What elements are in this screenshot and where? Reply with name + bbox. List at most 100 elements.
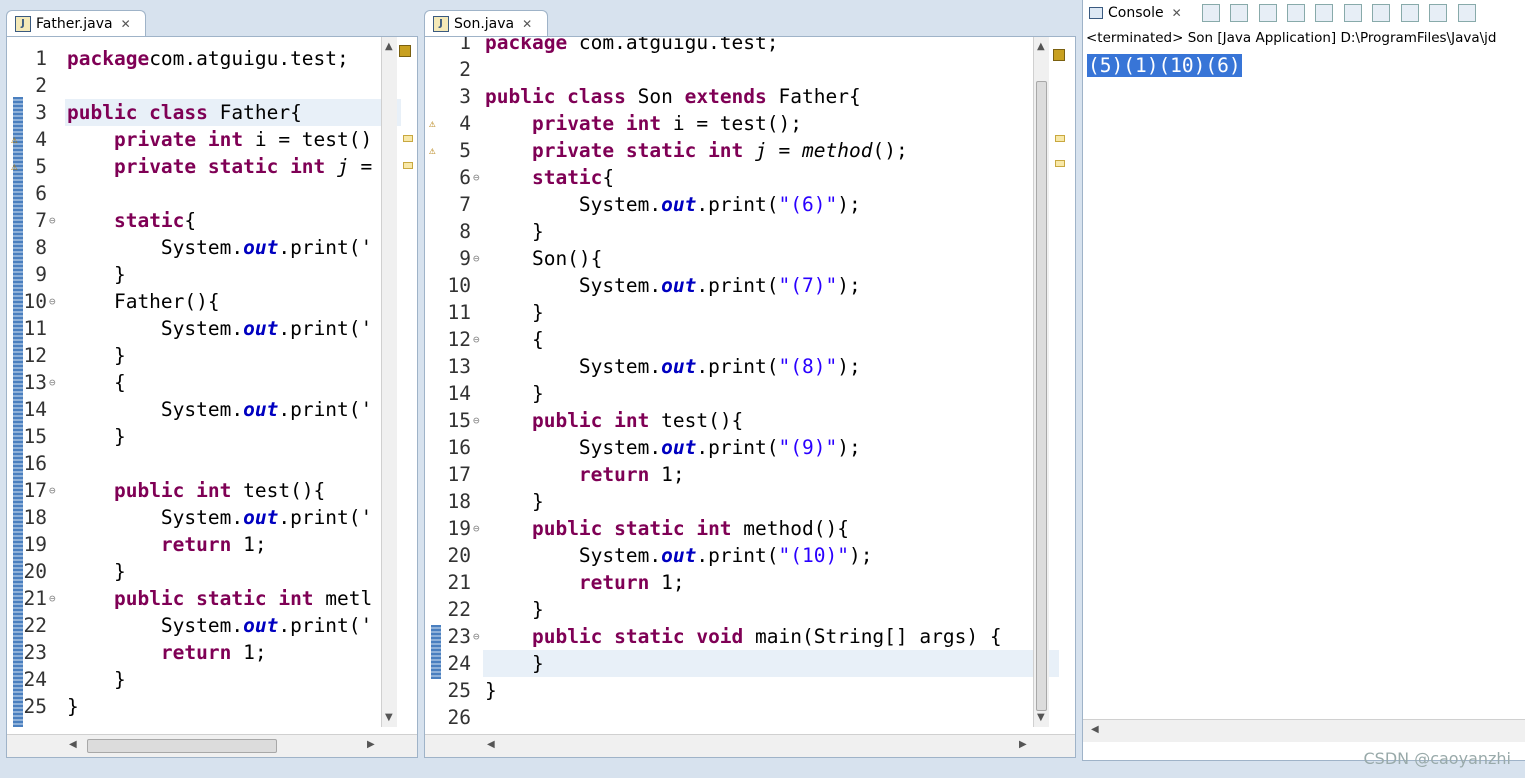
clear-console-icon[interactable] — [1287, 4, 1305, 22]
terminate-icon[interactable] — [1201, 4, 1220, 22]
code-line[interactable]: 21 return 1; — [425, 569, 1075, 596]
code-line[interactable]: 5 ⚠ private static int j = method(); — [425, 137, 1075, 164]
scroll-right-icon[interactable]: ▶ — [367, 739, 375, 750]
scroll-thumb[interactable] — [1036, 81, 1047, 711]
code-line[interactable]: 8 System.out.print(' — [7, 234, 417, 261]
code-line[interactable]: 12 ⊖ { — [425, 326, 1075, 353]
console-view[interactable]: Console ✕ <terminated> Son [Java Applica… — [1082, 0, 1525, 761]
code-line[interactable]: 2 — [425, 56, 1075, 83]
tab-father-java[interactable]: J Father.java ✕ — [6, 10, 146, 36]
close-icon[interactable]: ✕ — [121, 17, 131, 31]
scroll-left-icon[interactable]: ◀ — [69, 739, 77, 750]
show-on-error-icon[interactable] — [1400, 4, 1419, 22]
code-line[interactable]: 5 ⚠ private static int j = — [7, 153, 417, 180]
code-line[interactable]: 12 } — [7, 342, 417, 369]
console-tab-label[interactable]: Console — [1108, 5, 1164, 21]
code-line[interactable]: 19 ⊖ public static int method(){ — [425, 515, 1075, 542]
code-line[interactable]: 7 ⊖ static{ — [7, 207, 417, 234]
code-line[interactable]: 20 } — [7, 558, 417, 585]
code-line[interactable]: 25} — [7, 693, 417, 720]
fold-toggle-icon[interactable]: ⊖ — [473, 515, 480, 542]
code-line[interactable]: 1 packagecom.atguigu.test; — [7, 45, 417, 72]
code-line[interactable]: 23 ⊖ public static void main(String[] arg… — [425, 623, 1075, 650]
fold-toggle-icon[interactable]: ⊖ — [49, 288, 56, 315]
code-line[interactable]: 1 package com.atguigu.test; — [425, 37, 1075, 56]
code-line[interactable]: 23 return 1; — [7, 639, 417, 666]
vertical-scrollbar[interactable]: ▲ ▼ — [381, 37, 397, 727]
son-editor[interactable]: 1 package com.atguigu.test; 2 3 public class… — [424, 36, 1076, 758]
remove-launch-icon[interactable] — [1230, 4, 1249, 22]
fold-toggle-icon[interactable]: ⊖ — [49, 477, 56, 504]
close-icon[interactable]: ✕ — [522, 17, 532, 31]
show-on-output-icon[interactable] — [1372, 4, 1391, 22]
code-line[interactable]: 24 } — [425, 650, 1075, 677]
fold-toggle-icon[interactable]: ⊖ — [473, 245, 480, 272]
fold-toggle-icon[interactable]: ⊖ — [49, 585, 56, 612]
tab-son-java[interactable]: J Son.java ✕ — [424, 10, 548, 36]
code-line[interactable]: 10 ⊖ Father(){ — [7, 288, 417, 315]
scroll-left-icon[interactable]: ◀ — [487, 739, 495, 750]
code-line[interactable]: 4 ⚠ private int i = test() — [7, 126, 417, 153]
code-line[interactable]: 24 } — [7, 666, 417, 693]
code-line[interactable]: 8 } — [425, 218, 1075, 245]
code-line[interactable]: 16 — [7, 450, 417, 477]
scroll-right-icon[interactable]: ▶ — [1019, 739, 1027, 750]
code-line[interactable]: 15 ⊖ public int test(){ — [425, 407, 1075, 434]
horizontal-scrollbar[interactable]: ◀ ▶ — [425, 734, 1075, 757]
code-line[interactable]: 14 } — [425, 380, 1075, 407]
code-line[interactable]: 18 System.out.print(' — [7, 504, 417, 531]
console-output[interactable]: (5)(1)(10)(6) — [1087, 53, 1242, 79]
code-line[interactable]: 7 System.out.print("(6)"); — [425, 191, 1075, 218]
father-editor[interactable]: 1 packagecom.atguigu.test; 2 3 public class … — [6, 36, 418, 758]
display-console-icon[interactable] — [1457, 4, 1476, 22]
fold-toggle-icon[interactable]: ⊖ — [473, 623, 480, 650]
code-line[interactable]: 3 public class Son extends Father{ — [425, 83, 1075, 110]
scroll-down-icon[interactable]: ▼ — [1037, 712, 1045, 723]
pin-console-icon[interactable] — [1429, 4, 1448, 22]
code-line[interactable]: 6 — [7, 180, 417, 207]
scroll-left-icon[interactable]: ◀ — [1091, 724, 1099, 735]
word-wrap-icon[interactable] — [1343, 4, 1362, 22]
code-line[interactable]: 16 System.out.print("(9)"); — [425, 434, 1075, 461]
code-line[interactable]: 3 public class Father{ — [7, 99, 417, 126]
code-line[interactable]: 11 } — [425, 299, 1075, 326]
code-line[interactable]: 9 } — [7, 261, 417, 288]
scroll-lock-icon[interactable] — [1315, 4, 1334, 22]
code-line[interactable]: 6 ⊖ static{ — [425, 164, 1075, 191]
code-line[interactable]: 22 System.out.print(' — [7, 612, 417, 639]
code-line[interactable]: 11 System.out.print(' — [7, 315, 417, 342]
code-line[interactable]: 15 } — [7, 423, 417, 450]
horizontal-scrollbar[interactable]: ◀ — [1083, 719, 1525, 742]
scroll-thumb[interactable] — [87, 739, 277, 753]
code-line[interactable]: 9 ⊖ Son(){ — [425, 245, 1075, 272]
code-line[interactable]: 25} — [425, 677, 1075, 704]
scroll-up-icon[interactable]: ▲ — [385, 41, 393, 52]
code-line[interactable]: 21 ⊖ public static int metl — [7, 585, 417, 612]
code-line[interactable]: 10 System.out.print("(7)"); — [425, 272, 1075, 299]
code-line[interactable]: 22 } — [425, 596, 1075, 623]
code-line[interactable]: 17 ⊖ public int test(){ — [7, 477, 417, 504]
code-line[interactable]: 2 — [7, 72, 417, 99]
code-line[interactable]: 4 ⚠ private int i = test(); — [425, 110, 1075, 137]
father-code-area[interactable]: 1 packagecom.atguigu.test; 2 3 public class … — [7, 37, 417, 757]
remove-all-icon[interactable] — [1258, 4, 1277, 22]
scroll-up-icon[interactable]: ▲ — [1037, 41, 1045, 52]
fold-toggle-icon[interactable]: ⊖ — [473, 407, 480, 434]
code-line[interactable]: 14 System.out.print(' — [7, 396, 417, 423]
code-line[interactable]: 20 System.out.print("(10)"); — [425, 542, 1075, 569]
code-line[interactable]: 17 return 1; — [425, 461, 1075, 488]
code-line[interactable]: 13 ⊖ { — [7, 369, 417, 396]
vertical-scrollbar[interactable]: ▲ ▼ — [1033, 37, 1049, 727]
code-line[interactable]: 26 — [425, 704, 1075, 731]
fold-toggle-icon[interactable]: ⊖ — [49, 369, 56, 396]
fold-toggle-icon[interactable]: ⊖ — [473, 326, 480, 353]
fold-toggle-icon[interactable]: ⊖ — [473, 164, 480, 191]
close-icon[interactable]: ✕ — [1172, 6, 1182, 20]
horizontal-scrollbar[interactable]: ◀ ▶ — [7, 734, 417, 757]
code-line[interactable]: 19 return 1; — [7, 531, 417, 558]
fold-toggle-icon[interactable]: ⊖ — [49, 207, 56, 234]
code-line[interactable]: 13 System.out.print("(8)"); — [425, 353, 1075, 380]
scroll-down-icon[interactable]: ▼ — [385, 712, 393, 723]
son-code-area[interactable]: 1 package com.atguigu.test; 2 3 public class… — [425, 37, 1075, 757]
code-line[interactable]: 18 } — [425, 488, 1075, 515]
